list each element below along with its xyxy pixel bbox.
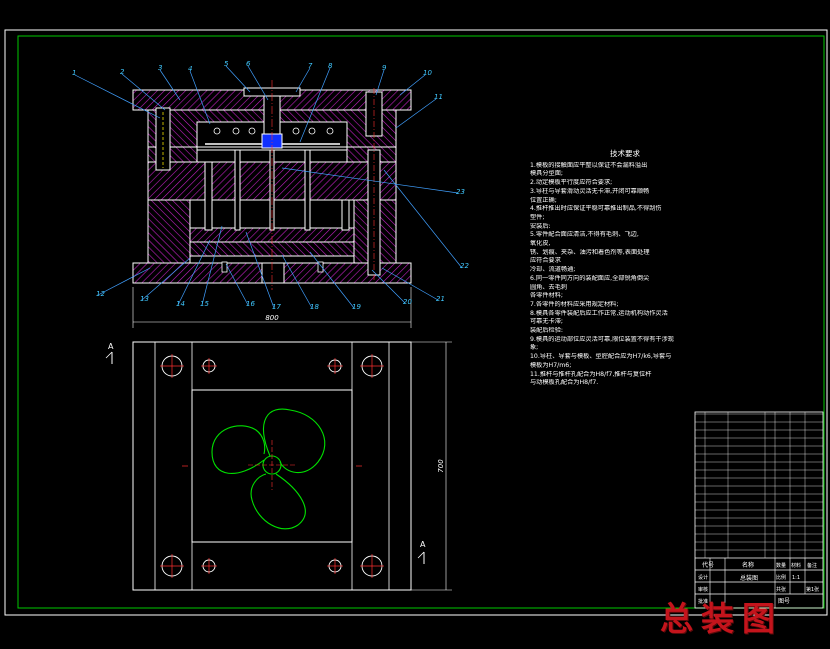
tb-drawing-name: 总装图 [740, 574, 758, 582]
part-number-label: 17 [272, 303, 281, 311]
requirement-line: 7.各零件的材料应采用规定材料; [530, 300, 619, 308]
spacer-block-left [147, 199, 191, 264]
part-number-label: 9 [382, 64, 387, 72]
requirement-line: 应符合要求 [530, 257, 561, 265]
part-number-label: 23 [456, 188, 465, 196]
requirement-line: 圆角、去毛刺 [530, 283, 568, 291]
requirement-line: 9.模具的运动部位应灵活可靠,限位装置不得有干涉现 [530, 335, 674, 343]
requirement-line: 塑件; [530, 213, 545, 221]
requirement-line: 可靠无卡滞; [530, 318, 564, 326]
fan-blade-part [211, 408, 326, 530]
part-number-label: 4 [188, 65, 192, 73]
part-number-label: 11 [434, 93, 443, 101]
requirement-line: 象; [530, 344, 539, 352]
part-number-label: 16 [246, 300, 255, 308]
leader-line [399, 74, 426, 96]
leader-line [225, 65, 251, 93]
watermark-logo: 总装图 [660, 599, 783, 638]
requirement-line: 模板为H7/m6; [530, 361, 572, 369]
screw-bottom-left [221, 261, 228, 273]
tb-sheet-value: 第1张 [806, 586, 819, 593]
tb-name-header: 名称 [742, 561, 754, 569]
height-dimension: 700 [437, 459, 445, 473]
part-number-label: 12 [96, 290, 105, 298]
requirement-line: 模具分型面; [530, 170, 564, 178]
technical-requirements: 技术要求 1.模板的接触面应平整以保证不会漏料溢出 模具分型面; 2.动定模板平行… [530, 149, 690, 388]
requirement-line: 8.模具各零件装配后应工作正常,运动机构动作灵活 [530, 309, 668, 317]
part-number-label: 15 [200, 300, 209, 308]
tb-code-header: 代号 [702, 561, 714, 569]
requirement-line: 冷却、流道畅通; [530, 266, 576, 274]
requirement-line: 安装后: [530, 222, 551, 230]
part-number-label: 21 [436, 295, 445, 303]
part-number-label: 13 [140, 295, 149, 303]
requirement-line: 装配后检验: [530, 327, 564, 335]
requirement-line: 4.推杆推出时应保证平稳可靠推出制品,不得刮伤 [530, 205, 662, 213]
tb-material-header: 材料 [791, 562, 801, 569]
part-number-label: 22 [460, 262, 469, 270]
title-block: 代号 名称 数量 材料 备注 总装图 比例 1:1 共张 第1张 设计 审核 批… [694, 411, 824, 609]
part-number-label: 2 [120, 68, 125, 76]
section-mark-left: A [108, 342, 114, 351]
return-pin-left [204, 161, 213, 231]
requirement-line: 各零件材料; [530, 292, 564, 300]
mold-assembly-drawing: 800 1 2 3 45 6 7 8 91011121314 15 16 17 18 1920 21222… [4, 29, 828, 616]
tb-qty-header: 数量 [776, 562, 786, 569]
part-number-label: 5 [224, 60, 229, 68]
requirement-line: 10.导柱、导套与模板、型腔配合应为H7/k6,导套与 [530, 353, 672, 361]
tb-scale: 比例 [776, 574, 786, 581]
requirement-line: 锈、划痕、夹杂、油污和着色剂等,表面处理 [530, 248, 650, 256]
requirement-line: 氧化皮, [530, 240, 551, 248]
part-number-label: 18 [310, 303, 319, 311]
requirement-line: 2.动定模板平行度应符合要求; [530, 179, 613, 187]
requirement-line: 6.同一零件同方向的装配面应,全部锐角倒尖 [530, 274, 650, 282]
part-number-label: 20 [403, 298, 412, 306]
cad-drawing-canvas: 800 1 2 3 4 5 6 7 8 9 10 11 12 13 14 15 16 17 18 19 20 21 22 2… [0, 0, 830, 645]
requirements-list: 1.模板的接触面应平整以保证不会漏料溢出 模具分型面; 2.动定模板平行度应符合要… [530, 162, 690, 388]
part-number-label: 10 [423, 69, 432, 77]
part-number-label: 3 [158, 64, 162, 72]
leader-line [295, 67, 311, 93]
requirement-line: 1.模板的接触面应平整以保证不会漏料溢出 [530, 161, 648, 169]
requirement-line: 位置正确; [530, 196, 557, 204]
mold-plan-view: A A 700 [105, 341, 452, 591]
tb-note-header: 备注 [807, 562, 817, 569]
part-number-label: 14 [176, 300, 185, 308]
sprue-puller [261, 262, 285, 284]
requirement-line: 3.导柱与导套滑动灵活无卡滞,开闭可靠顺畅 [530, 187, 650, 195]
part-number-label: 6 [246, 60, 251, 68]
tb-scale-value: 1:1 [792, 575, 800, 581]
mold-section-view: 800 [132, 80, 412, 328]
outer-frame [4, 29, 828, 616]
section-mark-right: A [420, 540, 426, 549]
requirement-line: 5.零件配合面应清洁,不得有毛刺、飞边, [530, 231, 639, 239]
bom-table [695, 412, 823, 558]
return-pin-right [341, 199, 350, 231]
width-dimension: 800 [265, 314, 279, 322]
requirement-line: 11.推杆与推杆孔配合为H8/f7,推杆与复位杆 [530, 370, 652, 378]
part-number-label: 1 [72, 69, 76, 77]
part-number-label: 19 [352, 303, 361, 311]
requirement-line: 与动模板孔配合为H8/f7. [530, 379, 599, 387]
part-number-label: 8 [328, 62, 333, 70]
part-number-label: 7 [308, 62, 313, 70]
requirements-title: 技术要求 [610, 149, 640, 158]
tb-designer: 设计 [698, 574, 708, 581]
